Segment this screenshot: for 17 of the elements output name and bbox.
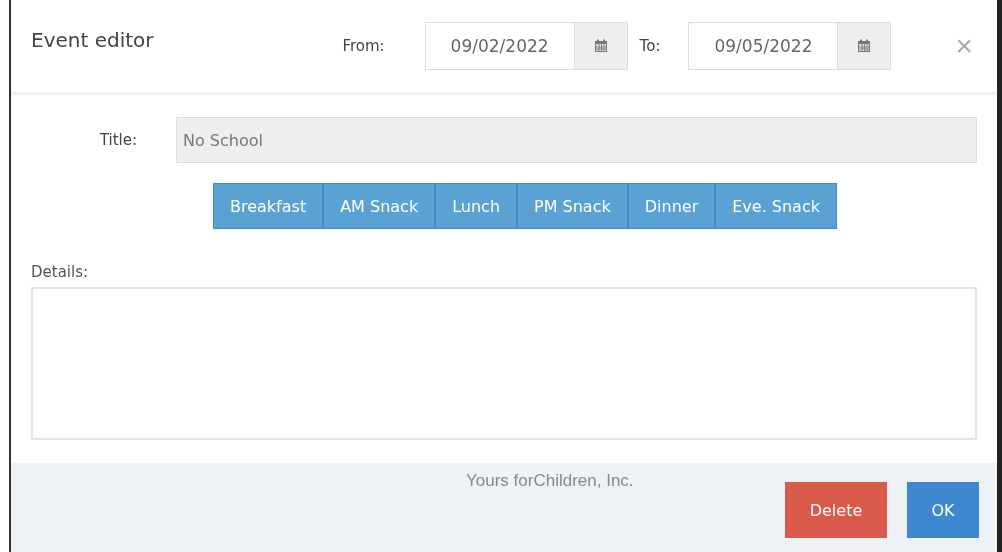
meal-button[interactable]: AM Snack (323, 183, 436, 229)
details-field[interactable] (31, 287, 977, 440)
field-label: Details: (31, 263, 90, 281)
meal-button[interactable]: PM Snack (517, 183, 628, 229)
date-label: To: (639, 37, 661, 55)
title-field[interactable]: No School (176, 117, 977, 163)
footer-text: Yours forChildren, Inc. (466, 471, 634, 492)
field-label: Title: (98, 131, 138, 149)
meal-button[interactable]: Eve. Snack (715, 183, 837, 229)
dialog-button[interactable]: Delete (785, 482, 887, 538)
dialog-button[interactable]: OK (907, 482, 979, 538)
dialog-title: Event editor (31, 28, 154, 52)
meal-button[interactable]: Lunch (435, 183, 518, 229)
date-label: From: (342, 37, 385, 55)
meal-button[interactable]: Dinner (627, 183, 716, 229)
close-button[interactable]: × (951, 31, 977, 61)
meal-button[interactable]: Breakfast (213, 183, 324, 229)
